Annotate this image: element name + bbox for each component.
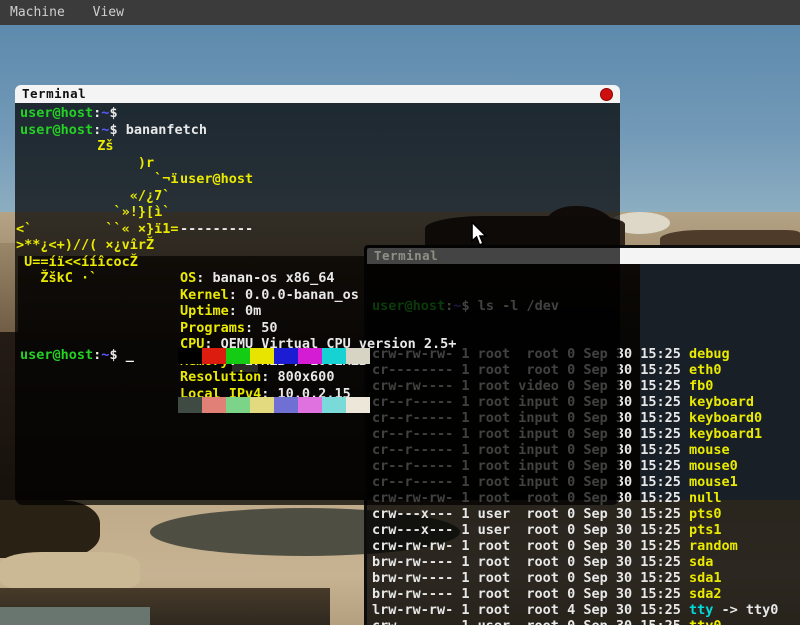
palette-swatch bbox=[202, 348, 226, 364]
ls-row-filename: sda2 bbox=[689, 586, 722, 602]
menu-item-view[interactable]: View bbox=[83, 0, 134, 25]
ls-row-filename: eth0 bbox=[689, 362, 722, 378]
terminal1-content[interactable]: user@host:~$ user@host:~$ bananfetch Zš … bbox=[15, 103, 620, 505]
ls-row: crw-rw-rw- 1 root root 0 Sep 30 15:25 ra… bbox=[369, 538, 800, 554]
wallpaper-stones bbox=[0, 552, 140, 592]
fetch-field-label: OS bbox=[180, 270, 196, 286]
banana-ascii-art: Zš )r `¬ï «/¿7` `»!}[ì` <` ``« ×}ï1= >**… bbox=[16, 138, 179, 287]
ls-row-filename: pts0 bbox=[689, 506, 722, 522]
ls-row-filename: debug bbox=[689, 346, 730, 362]
palette-swatch bbox=[178, 397, 202, 413]
wallpaper-pool bbox=[0, 607, 150, 625]
palette-swatch bbox=[274, 348, 298, 364]
ls-row-filename: sda1 bbox=[689, 570, 722, 586]
ls-row-filename: mouse1 bbox=[689, 474, 738, 490]
mouse-cursor-icon bbox=[470, 221, 489, 247]
ls-row-meta: lrw-rw-rw- 1 root root 4 Sep 30 15:25 bbox=[372, 602, 689, 618]
palette-swatch bbox=[250, 397, 274, 413]
palette-swatch bbox=[346, 348, 370, 364]
ls-row: crw------- 1 user root 0 Sep 30 15:25 tt… bbox=[369, 618, 800, 625]
fetch-field: OS: banan-os x86_64 bbox=[180, 270, 456, 287]
ls-row: brw-rw---- 1 root root 0 Sep 30 15:25 sd… bbox=[369, 570, 800, 586]
palette-swatch bbox=[322, 397, 346, 413]
fetch-field-value: banan-os x86_64 bbox=[213, 270, 335, 286]
vm-menu-bar: Machine View bbox=[0, 0, 800, 25]
palette-swatch bbox=[298, 348, 322, 364]
palette-swatch bbox=[298, 397, 322, 413]
wallpaper-shadow bbox=[0, 500, 100, 558]
terminal1-prompt-line: user@host:~$ _ bbox=[20, 347, 134, 364]
ls-row-link-target: -> tty0 bbox=[713, 602, 778, 618]
fetch-field-value: 0.0.0-banan_os bbox=[245, 287, 359, 303]
ls-row-filename: pts1 bbox=[689, 522, 722, 538]
command-text: bananfetch bbox=[126, 122, 207, 138]
ls-row-meta: brw-rw---- 1 root root 0 Sep 30 15:25 bbox=[372, 586, 689, 602]
fetch-field: Kernel: 0.0.0-banan_os bbox=[180, 287, 456, 304]
fetch-divider: --------- bbox=[180, 221, 456, 238]
fetch-header: user@host bbox=[180, 171, 456, 188]
menu-item-machine[interactable]: Machine bbox=[0, 0, 75, 25]
ls-row-filename: keyboard1 bbox=[689, 426, 762, 442]
terminal1-title: Terminal bbox=[15, 86, 86, 101]
ls-row-meta: crw-rw-rw- 1 root root 0 Sep 30 15:25 bbox=[372, 538, 689, 554]
ls-row: brw-rw---- 1 root root 0 Sep 30 15:25 sd… bbox=[369, 554, 800, 570]
ls-row-filename: mouse0 bbox=[689, 458, 738, 474]
terminal1-command-line: user@host:~$ bananfetch bbox=[20, 122, 207, 139]
ls-row-meta: crw---x--- 1 user root 0 Sep 30 15:25 bbox=[372, 522, 689, 538]
palette-swatch bbox=[346, 397, 370, 413]
close-button[interactable] bbox=[600, 88, 613, 101]
terminal2-title: Terminal bbox=[367, 248, 438, 263]
terminal1-prompt-line: user@host:~$ bbox=[20, 105, 118, 122]
ls-row: lrw-rw-rw- 1 root root 4 Sep 30 15:25 tt… bbox=[369, 602, 800, 618]
palette-row-bright bbox=[178, 397, 370, 413]
ls-row-filename: mouse bbox=[689, 442, 730, 458]
ls-row-meta: brw-rw---- 1 root root 0 Sep 30 15:25 bbox=[372, 570, 689, 586]
ls-row-filename: keyboard bbox=[689, 394, 754, 410]
ls-row-meta: crw---x--- 1 user root 0 Sep 30 15:25 bbox=[372, 506, 689, 522]
terminal1-titlebar[interactable]: Terminal bbox=[15, 85, 620, 103]
palette-swatch bbox=[202, 397, 226, 413]
ansi-color-palette bbox=[178, 315, 370, 446]
text-cursor: _ bbox=[126, 347, 134, 363]
vm-screen: Terminal user@host:~$ ls -l /dev crw-rw-… bbox=[0, 0, 800, 625]
ls-row-filename: tty0 bbox=[689, 618, 722, 625]
ls-row: crw---x--- 1 user root 0 Sep 30 15:25 pt… bbox=[369, 506, 800, 522]
palette-swatch bbox=[250, 348, 274, 364]
ls-row: crw---x--- 1 user root 0 Sep 30 15:25 pt… bbox=[369, 522, 800, 538]
ls-row-meta: brw-rw---- 1 root root 0 Sep 30 15:25 bbox=[372, 554, 689, 570]
palette-swatch bbox=[178, 348, 202, 364]
fetch-field-label: Kernel bbox=[180, 287, 229, 303]
palette-row-normal bbox=[178, 348, 370, 364]
ls-row-filename: fb0 bbox=[689, 378, 713, 394]
ls-row-filename: keyboard0 bbox=[689, 410, 762, 426]
palette-swatch bbox=[226, 348, 250, 364]
ls-row-filename: sda bbox=[689, 554, 713, 570]
palette-swatch bbox=[226, 397, 250, 413]
palette-swatch bbox=[274, 397, 298, 413]
palette-swatch bbox=[322, 348, 346, 364]
ls-row-filename: tty bbox=[689, 602, 713, 618]
ls-row-meta: crw------- 1 user root 0 Sep 30 15:25 bbox=[372, 618, 689, 625]
ls-row-filename: random bbox=[689, 538, 738, 554]
terminal-window-1[interactable]: Terminal user@host:~$ user@host:~$ banan… bbox=[15, 85, 620, 505]
ls-row: brw-rw---- 1 root root 0 Sep 30 15:25 sd… bbox=[369, 586, 800, 602]
ls-row-filename: null bbox=[689, 490, 722, 506]
